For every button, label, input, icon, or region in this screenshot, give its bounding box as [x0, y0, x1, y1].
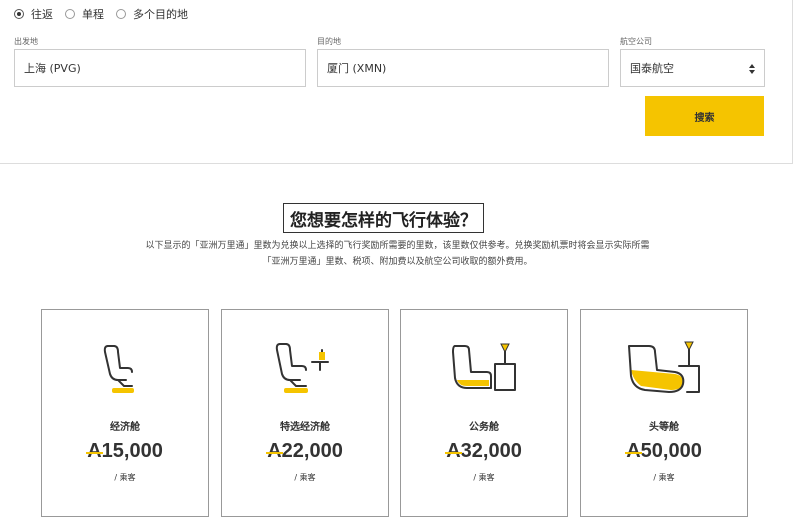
- cabin-miles: A32,000: [401, 440, 567, 463]
- select-arrows-icon: [749, 64, 755, 74]
- cabin-name: 公务舱: [469, 422, 499, 433]
- per-passenger-label: / 乘客: [294, 473, 316, 482]
- asia-miles-currency-icon: A: [87, 440, 102, 462]
- cabin-miles: A15,000: [42, 440, 208, 463]
- cabin-card-business[interactable]: 公务舱 A32,000 / 乘客: [400, 309, 568, 517]
- radio-icon: [65, 9, 75, 19]
- airline-label: 航空公司: [620, 37, 652, 46]
- miles-value: 32,000: [460, 440, 522, 462]
- destination-input[interactable]: 厦门 (XMN): [317, 49, 609, 87]
- experience-title: 您想要怎样的飞行体验？: [283, 203, 484, 233]
- trip-type-label: 单程: [82, 8, 104, 21]
- origin-input[interactable]: 上海 (PVG): [14, 49, 306, 87]
- airline-select-value: 国泰航空: [630, 62, 674, 75]
- experience-description: 以下显示的「亚洲万里通」里数为兑换以上选择的飞行奖励所需要的里数，该里数仅供参考…: [40, 238, 755, 270]
- business-seat-icon: [452, 343, 516, 391]
- radio-icon: [116, 9, 126, 19]
- trip-type-multicity-radio[interactable]: 多个目的地: [116, 6, 188, 22]
- cabin-name: 经济舱: [110, 422, 140, 433]
- radio-icon: [14, 9, 24, 19]
- miles-value: 50,000: [640, 440, 702, 462]
- per-passenger-label: / 乘客: [114, 473, 136, 482]
- description-line: 「亚洲万里通」里数、税项、附加费以及航空公司收取的额外费用。: [262, 257, 533, 267]
- flight-search-panel: 往返 单程 多个目的地 出发地 上海 (PVG) 目的地 厦门 (XMN) 航空…: [0, 0, 793, 164]
- origin-label: 出发地: [14, 37, 38, 46]
- premium-economy-seat-icon: [275, 343, 329, 393]
- destination-label: 目的地: [317, 37, 341, 46]
- trip-type-label: 多个目的地: [133, 8, 188, 21]
- cabin-miles: A22,000: [222, 440, 388, 463]
- cabin-card-economy[interactable]: 经济舱 A15,000 / 乘客: [41, 309, 209, 517]
- search-button[interactable]: 搜索: [645, 96, 764, 136]
- trip-type-oneway-radio[interactable]: 单程: [65, 6, 104, 22]
- miles-value: 15,000: [101, 440, 163, 462]
- airline-select[interactable]: 国泰航空: [620, 49, 765, 87]
- asia-miles-currency-icon: A: [446, 440, 461, 462]
- cabin-card-first[interactable]: 头等舱 A50,000 / 乘客: [580, 309, 748, 517]
- cabin-card-premium-economy[interactable]: 特选经济舱 A22,000 / 乘客: [221, 309, 389, 517]
- description-line: 以下显示的「亚洲万里通」里数为兑换以上选择的飞行奖励所需要的里数，该里数仅供参考…: [145, 241, 650, 251]
- per-passenger-label: / 乘客: [473, 473, 495, 482]
- asia-miles-currency-icon: A: [267, 440, 282, 462]
- trip-type-label: 往返: [31, 8, 53, 21]
- cabin-miles: A50,000: [581, 440, 747, 463]
- asia-miles-currency-icon: A: [626, 440, 641, 462]
- cabin-name: 特选经济舱: [280, 422, 330, 433]
- cabin-name: 头等舱: [649, 422, 679, 433]
- per-passenger-label: / 乘客: [653, 473, 675, 482]
- first-class-seat-icon: [628, 341, 700, 393]
- miles-value: 22,000: [281, 440, 343, 462]
- trip-type-group: 往返 单程 多个目的地: [14, 6, 200, 22]
- economy-seat-icon: [103, 345, 134, 393]
- trip-type-return-radio[interactable]: 往返: [14, 6, 53, 22]
